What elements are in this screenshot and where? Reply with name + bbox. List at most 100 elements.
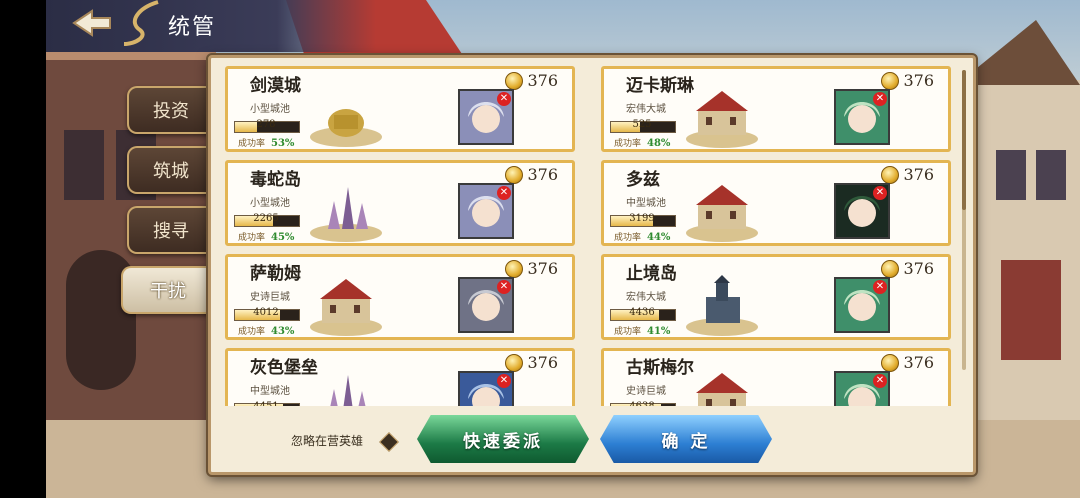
power-value: 525 [632,119,652,130]
remove-hero-icon[interactable]: ✕ [873,280,887,294]
success-rate-value: 41% [647,326,671,337]
city-size: 小型城池 [250,104,290,115]
hero-slot[interactable]: ✕ [458,183,514,239]
success-rate-label: 成功率 [614,327,642,337]
remove-hero-icon[interactable]: ✕ [873,374,887,388]
city-size: 宏伟大城 [626,104,666,115]
success-rate-value: 53% [271,138,295,149]
cost-value: 376 [527,259,558,278]
header-ornament [123,0,159,46]
brick-town-icon [686,91,758,148]
gold-coin-icon [881,71,900,90]
city-list[interactable]: 剑漠城 小型城池 278 成功率 53% 376 ✕ 迈卡斯琳 宏伟大城 525 … [225,66,961,406]
success-rate-value: 45% [271,232,295,243]
remove-hero-icon[interactable]: ✕ [873,186,887,200]
castle-town-icon [686,275,758,336]
gold-coin-icon [505,71,524,90]
tab-label: 投资 [153,101,189,122]
purple-tower-town-icon [310,187,382,242]
city-card[interactable]: 剑漠城 小型城池 278 成功率 53% 376 ✕ [225,66,575,152]
city-size: 中型城池 [626,198,666,209]
hero-slot[interactable]: ✕ [458,277,514,333]
success-rate: 成功率 45% [238,230,294,243]
tab-interfere[interactable]: 干扰 [121,266,213,314]
power-value: 4012 [253,307,279,318]
hero-slot[interactable]: ✕ [458,89,514,145]
remove-hero-icon[interactable]: ✕ [497,92,511,106]
success-rate: 成功率 44% [614,230,670,243]
city-name: 多兹 [626,170,660,190]
cost-value: 376 [527,71,558,90]
back-arrow-icon [72,9,111,37]
city-card[interactable]: 毒蛇岛 小型城池 2265 成功率 45% 376 ✕ [225,160,575,246]
hero-slot[interactable]: ✕ [458,371,514,406]
city-card[interactable]: 止境岛 宏伟大城 4436 成功率 41% 376 ✕ [601,254,951,340]
cost: 376 [505,353,558,372]
success-rate-label: 成功率 [238,233,266,243]
gold-coin-icon [881,353,900,372]
tab-invest[interactable]: 投资 [127,86,213,134]
cost: 376 [505,259,558,278]
brick-town-icon [686,185,758,242]
city-card[interactable]: 多兹 中型城池 3199 成功率 44% 376 ✕ [601,160,951,246]
city-panel: 剑漠城 小型城池 278 成功率 53% 376 ✕ 迈卡斯琳 宏伟大城 525 … [208,55,976,475]
back-button[interactable] [70,6,114,40]
city-card[interactable]: 迈卡斯琳 宏伟大城 525 成功率 48% 376 ✕ [601,66,951,152]
gold-coin-icon [881,165,900,184]
cost-value: 376 [903,259,934,278]
page-title: 统管 [168,15,217,40]
cost-value: 376 [903,165,934,184]
gold-coin-icon [505,165,524,184]
power-value: 4451 [234,401,298,406]
brick-town-icon [696,373,748,406]
gold-coin-icon [505,259,524,278]
success-rate-value: 44% [647,232,671,243]
cost: 376 [881,353,934,372]
gold-coin-icon [881,259,900,278]
tab-label: 筑城 [153,161,189,182]
city-card[interactable]: 灰色堡垒 中型城池 4451 成功率 376 ✕ [225,348,575,406]
hero-slot[interactable]: ✕ [834,89,890,145]
power-value: 278 [256,119,276,130]
power-value: 3199 [629,213,655,224]
success-rate: 成功率 43% [238,324,294,337]
scrollbar-thumb[interactable] [962,70,966,210]
success-rate: 成功率 41% [614,324,670,337]
tab-search[interactable]: 搜寻 [127,206,213,254]
city-card[interactable]: 萨勒姆 史诗巨城 4012 成功率 43% 376 ✕ [225,254,575,340]
city-name: 止境岛 [626,264,677,284]
ignore-heroes-label[interactable]: 忽略在营英雄 [291,432,363,449]
remove-hero-icon[interactable]: ✕ [497,280,511,294]
city-card[interactable]: 古斯梅尔 史诗巨城 4638 成功率 376 ✕ [601,348,951,406]
city-name: 萨勒姆 [250,264,301,284]
hero-slot[interactable]: ✕ [834,183,890,239]
success-rate-value: 48% [647,138,671,149]
remove-hero-icon[interactable]: ✕ [497,186,511,200]
tab-build[interactable]: 筑城 [127,146,213,194]
remove-hero-icon[interactable]: ✕ [497,374,511,388]
success-rate-label: 成功率 [614,139,642,149]
confirm-button[interactable]: 确 定 [600,415,772,463]
city-name: 剑漠城 [250,76,301,96]
ignore-heroes-toggle[interactable] [379,432,399,452]
success-rate-label: 成功率 [238,139,266,149]
cost-value: 376 [903,353,934,372]
city-size: 宏伟大城 [626,292,666,303]
tab-label: 搜寻 [153,221,189,242]
success-rate-label: 成功率 [238,327,266,337]
hero-slot[interactable]: ✕ [834,277,890,333]
power-value: 4638 [610,401,674,406]
footer-bar: 忽略在营英雄 快速委派 确 定 [211,408,973,472]
gold-coin-icon [505,353,524,372]
success-rate-label: 成功率 [614,233,642,243]
remove-hero-icon[interactable]: ✕ [873,92,887,106]
power-value: 4436 [629,307,655,318]
hero-slot[interactable]: ✕ [834,371,890,406]
cost: 376 [505,71,558,90]
success-rate: 成功率 48% [614,136,670,149]
quick-assign-button[interactable]: 快速委派 [417,415,589,463]
gold-dome-town-icon [310,109,382,147]
scrollbar[interactable] [962,70,966,370]
city-name: 毒蛇岛 [250,170,301,190]
city-size: 史诗巨城 [626,386,666,397]
